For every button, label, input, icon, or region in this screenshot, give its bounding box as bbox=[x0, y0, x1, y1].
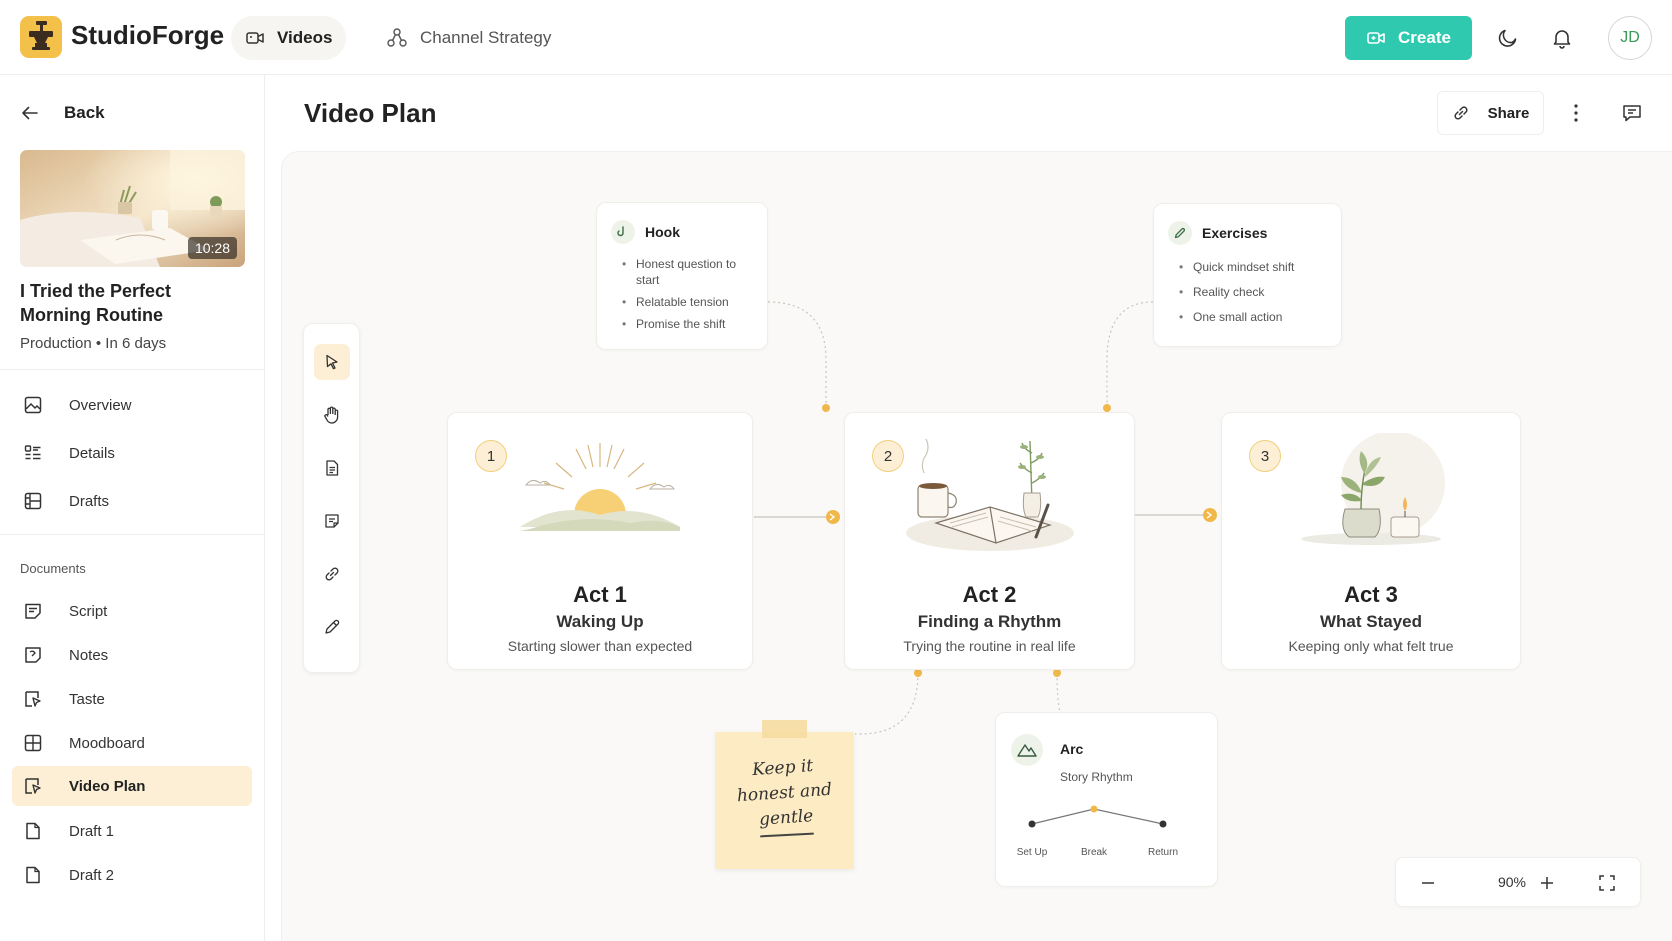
sticky-note-tool[interactable] bbox=[314, 503, 350, 539]
hook-title: Hook bbox=[645, 224, 680, 240]
connector-dot bbox=[1053, 669, 1061, 677]
sunrise-illustration bbox=[448, 433, 752, 583]
minus-icon bbox=[1422, 882, 1434, 884]
act-description: Trying the routine in real life bbox=[903, 638, 1076, 654]
arc-subtitle: Story Rhythm bbox=[1060, 770, 1133, 784]
document-tool[interactable] bbox=[314, 450, 350, 486]
document-icon bbox=[326, 460, 339, 476]
connector-dot bbox=[914, 669, 922, 677]
tape-decoration bbox=[762, 720, 807, 738]
connector-dot bbox=[822, 404, 830, 412]
list-item: Reality check bbox=[1179, 284, 1334, 300]
hook-card-header: Hook bbox=[611, 220, 680, 244]
link-icon bbox=[325, 567, 339, 581]
fullscreen-icon bbox=[1599, 875, 1615, 891]
list-item: Promise the shift bbox=[622, 316, 757, 332]
arc-card[interactable]: Arc Story Rhythm Set Up Break Return bbox=[995, 712, 1218, 887]
pen-icon bbox=[325, 619, 340, 634]
connector-act2-arc bbox=[1056, 672, 1061, 713]
act-3-card[interactable]: 3 Act 3 What Stayed Keeping only what fe… bbox=[1221, 412, 1521, 670]
arc-point-label: Set Up bbox=[1017, 847, 1048, 858]
sticky-note-text: Keep it honest and gentle bbox=[713, 751, 857, 836]
act-subtitle: What Stayed bbox=[1319, 612, 1423, 631]
select-tool[interactable] bbox=[314, 344, 350, 380]
arc-point bbox=[1159, 820, 1167, 828]
arc-chart: Set Up Break Return bbox=[1017, 805, 1178, 858]
arc-point-label: Break bbox=[1081, 847, 1108, 858]
exercises-list: Quick mindset shift Reality check One sm… bbox=[1179, 259, 1334, 331]
link-tool[interactable] bbox=[314, 556, 350, 592]
act-title: Act 3 bbox=[1344, 582, 1398, 607]
hook-list: Honest question to start Relatable tensi… bbox=[622, 256, 757, 338]
arc-point bbox=[1028, 820, 1036, 828]
pen-tool[interactable] bbox=[314, 609, 350, 645]
cursor-icon bbox=[326, 354, 338, 370]
canvas-toolbar bbox=[303, 323, 360, 673]
zoom-controls: 90% bbox=[1395, 857, 1641, 907]
hook-icon bbox=[611, 220, 635, 244]
connector-exercises-act2 bbox=[1106, 301, 1154, 408]
hook-card[interactable]: Hook Honest question to start Relatable … bbox=[596, 202, 768, 350]
connector-dot bbox=[1103, 404, 1111, 412]
list-item: Honest question to start bbox=[622, 256, 757, 288]
arc-point bbox=[1090, 805, 1098, 813]
act-subtitle: Finding a Rhythm bbox=[917, 612, 1062, 631]
plus-icon bbox=[1541, 877, 1553, 889]
list-item: One small action bbox=[1179, 309, 1334, 325]
underline-stroke bbox=[759, 832, 815, 838]
hand-icon bbox=[324, 406, 339, 424]
arc-point-label: Return bbox=[1148, 847, 1178, 858]
zoom-out-button[interactable] bbox=[1412, 867, 1444, 899]
act-2-card[interactable]: 2 Act 2 Finding a Rhythm Trying the rout… bbox=[844, 412, 1135, 670]
exercises-card[interactable]: Exercises Quick mindset shift Reality ch… bbox=[1153, 203, 1342, 347]
list-item: Relatable tension bbox=[622, 294, 757, 310]
act-subtitle: Waking Up bbox=[556, 612, 644, 631]
plant-candle-illustration bbox=[1222, 433, 1520, 583]
arc-line bbox=[1031, 808, 1164, 825]
act-1-card[interactable]: 1 Act 1 Waking Up Starting slower than e… bbox=[447, 412, 753, 670]
hand-tool[interactable] bbox=[314, 397, 350, 433]
sticky-note-icon bbox=[325, 514, 339, 528]
zoom-in-button[interactable] bbox=[1531, 867, 1563, 899]
exercises-title: Exercises bbox=[1202, 225, 1268, 241]
list-item: Quick mindset shift bbox=[1179, 259, 1334, 275]
exercises-card-header: Exercises bbox=[1168, 221, 1267, 245]
act-description: Starting slower than expected bbox=[507, 638, 693, 654]
mountain-icon bbox=[1011, 734, 1043, 766]
sticky-note[interactable]: Keep it honest and gentle bbox=[713, 720, 857, 869]
connector-hook-act2 bbox=[767, 301, 827, 408]
arc-title: Arc bbox=[1060, 741, 1084, 757]
act-title: Act 2 bbox=[962, 582, 1017, 607]
act-title: Act 1 bbox=[573, 582, 627, 607]
pencil-icon bbox=[1168, 221, 1192, 245]
act-description: Keeping only what felt true bbox=[1288, 638, 1454, 654]
fullscreen-button[interactable] bbox=[1591, 867, 1623, 899]
connector-act2-sticky bbox=[855, 672, 919, 735]
coffee-book-illustration bbox=[845, 433, 1134, 583]
